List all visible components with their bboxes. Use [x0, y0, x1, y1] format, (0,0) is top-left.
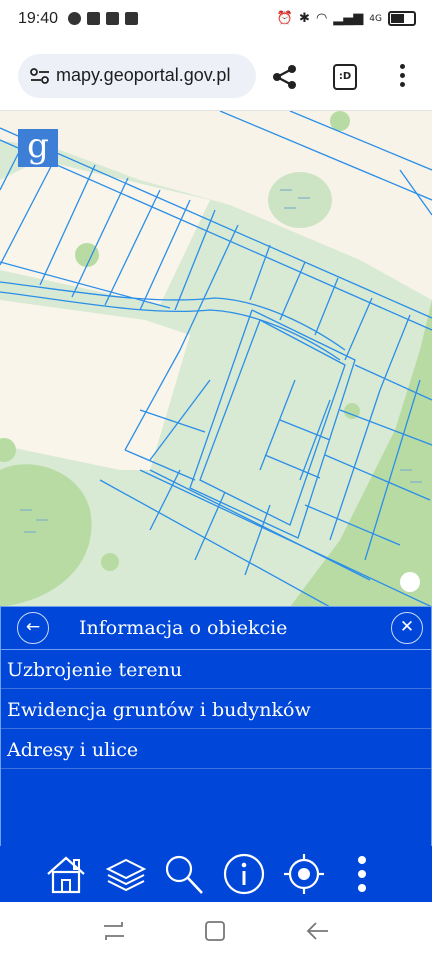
network-type: 4G — [369, 13, 382, 24]
notification-icon — [125, 12, 138, 25]
notification-icon — [87, 12, 100, 25]
close-icon[interactable]: ✕ — [391, 612, 423, 644]
recent-apps-icon[interactable] — [102, 920, 126, 942]
url-text: mapy.geoportal.gov.pl — [56, 65, 231, 85]
panel-title: Informacja o obiekcie — [79, 617, 288, 639]
list-item-uzbrojenie[interactable]: Uzbrojenie terenu — [1, 651, 431, 689]
address-bar[interactable]: mapy.geoportal.gov.pl — [18, 54, 256, 98]
bluetooth-icon: ✱ — [299, 11, 310, 26]
object-info-panel: ← Informacja o obiekcie ✕ Uzbrojenie ter… — [0, 606, 432, 848]
site-settings-icon[interactable] — [30, 68, 50, 84]
browser-toolbar: mapy.geoportal.gov.pl :D — [0, 42, 432, 111]
locate-icon[interactable] — [282, 852, 326, 896]
alarm-icon: ⏰ — [276, 11, 294, 26]
clock: 19:40 — [18, 10, 59, 27]
system-navigation-bar — [0, 902, 432, 960]
list-item-ewidencja[interactable]: Ewidencja gruntów i budynków — [1, 691, 431, 729]
home-button-icon[interactable] — [204, 920, 226, 942]
signal-icon: ▂▄▆ — [333, 11, 364, 26]
info-icon[interactable] — [222, 852, 266, 896]
list-item-adresy[interactable]: Adresy i ulice — [1, 731, 431, 769]
back-arrow-icon[interactable]: ← — [17, 612, 49, 644]
search-icon[interactable] — [162, 852, 206, 896]
home-icon[interactable] — [44, 852, 88, 896]
notification-icon — [68, 12, 81, 25]
cadastral-map[interactable] — [0, 111, 432, 607]
notification-icons — [68, 12, 138, 25]
map-toolbar — [0, 846, 432, 902]
battery-icon — [388, 11, 416, 26]
browser-menu-icon[interactable] — [394, 64, 410, 90]
notification-icon — [106, 12, 119, 25]
tab-switcher-button[interactable]: :D — [333, 64, 357, 90]
share-icon[interactable] — [270, 62, 300, 92]
panel-header: ← Informacja o obiekcie ✕ — [1, 607, 431, 650]
layers-icon[interactable] — [104, 852, 148, 896]
back-icon[interactable] — [306, 920, 330, 942]
more-icon[interactable] — [340, 852, 384, 896]
wifi-icon: ◠ — [315, 11, 328, 26]
status-bar: 19:40 ⏰ ✱ ◠ ▂▄▆ 4G — [0, 0, 432, 42]
geoportal-logo: g — [18, 129, 58, 167]
map-view[interactable]: g — [0, 111, 432, 607]
system-icons: ⏰ ✱ ◠ ▂▄▆ 4G — [277, 11, 416, 26]
